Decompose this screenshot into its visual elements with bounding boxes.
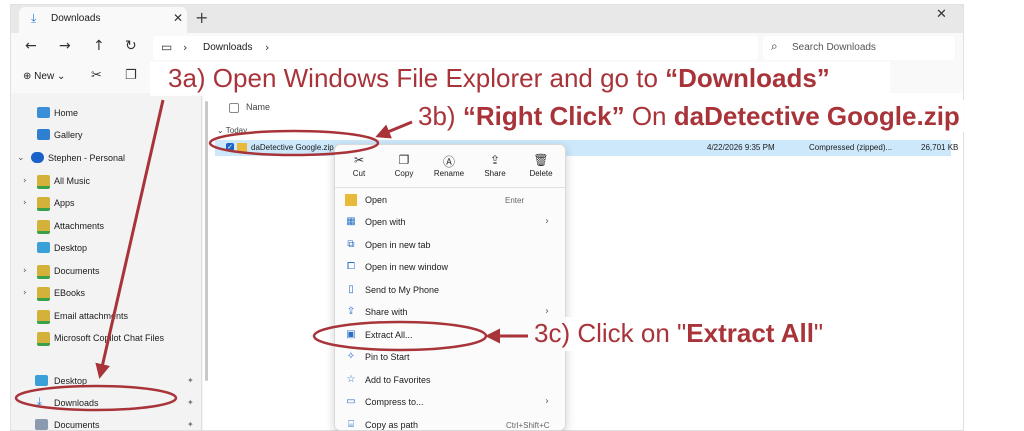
arrow-to-downloads — [95, 99, 165, 379]
arrow-to-zip-file — [375, 120, 413, 139]
highlight-extract-all — [312, 320, 488, 352]
highlight-downloads — [14, 384, 178, 412]
highlight-zip-file — [208, 129, 380, 157]
annotation-overlay — [14, 99, 528, 412]
